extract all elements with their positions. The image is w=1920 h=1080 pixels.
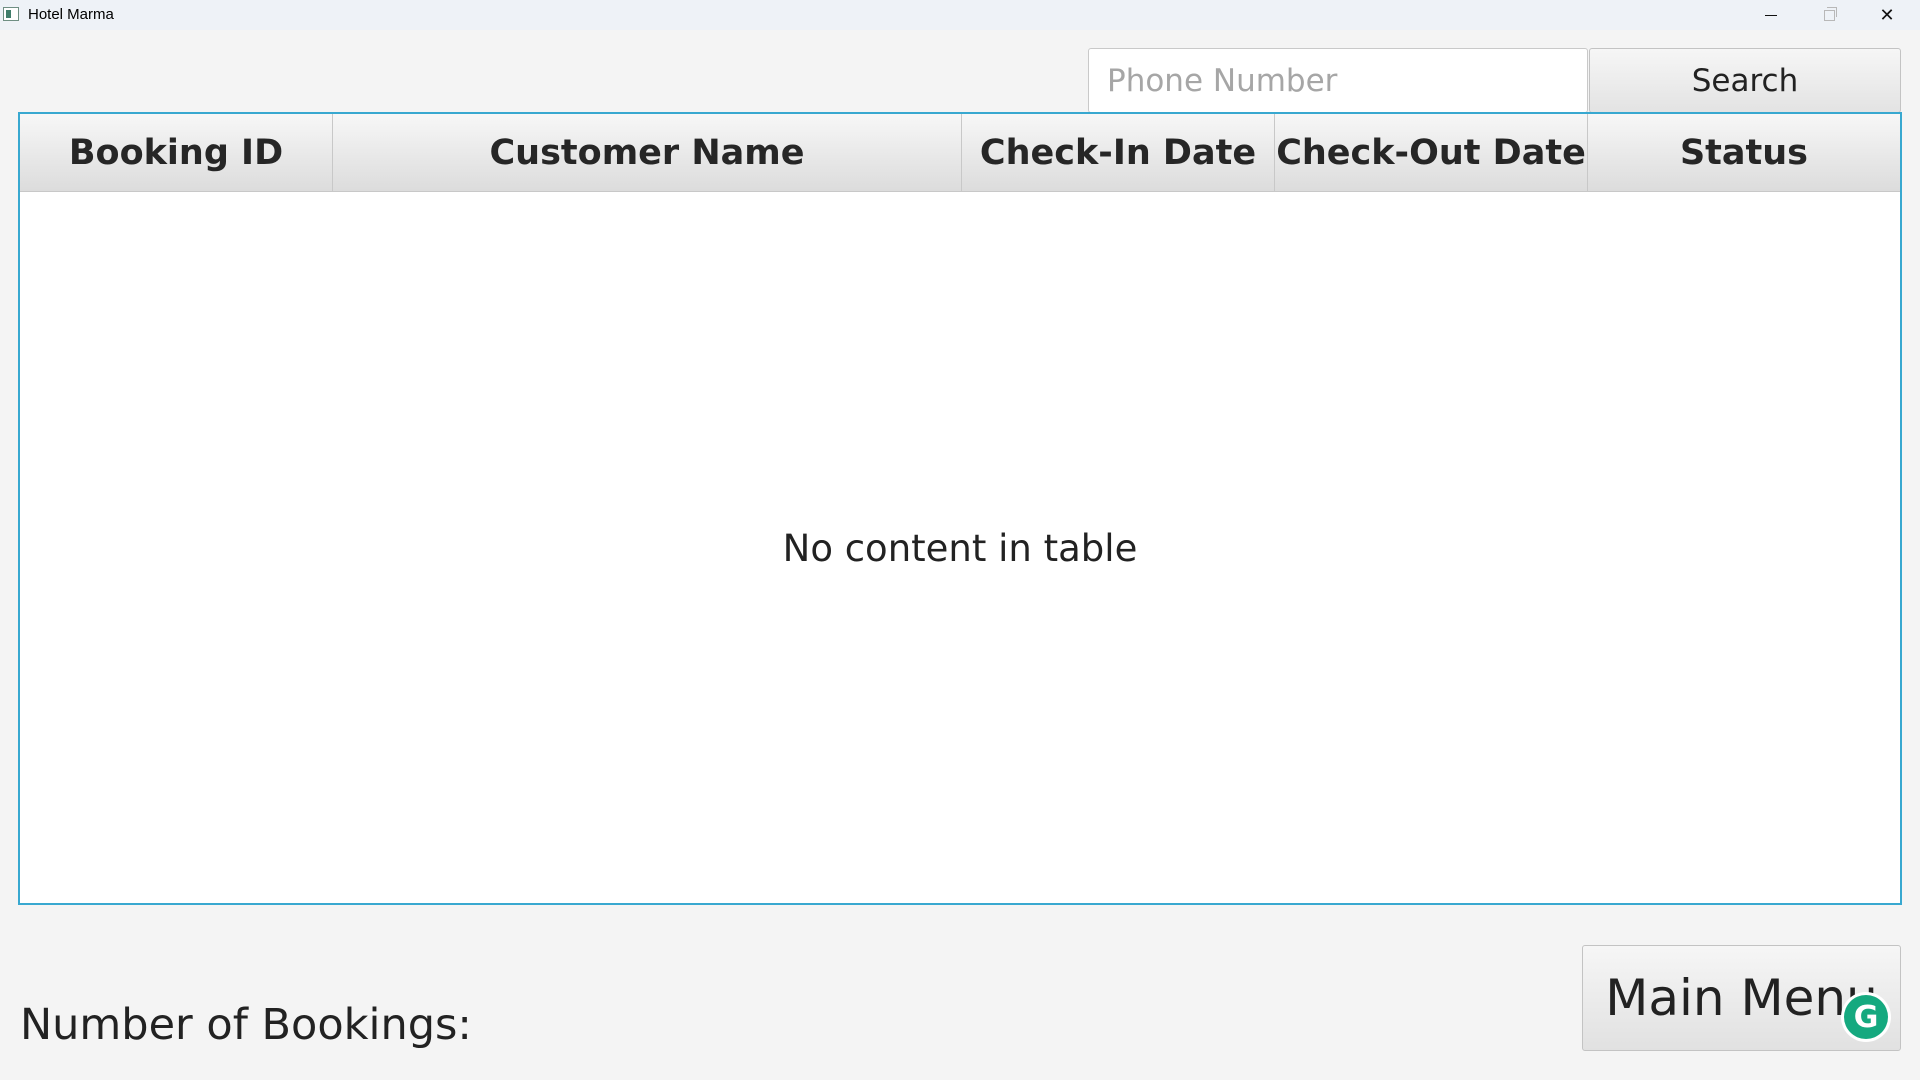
maximize-button[interactable] bbox=[1800, 0, 1858, 30]
app-icon bbox=[3, 7, 19, 21]
table-empty-placeholder: No content in table bbox=[782, 526, 1138, 570]
app-window: Hotel Marma ✕ Search Booking ID Customer… bbox=[0, 0, 1920, 1080]
column-header-check-out-date[interactable]: Check-Out Date bbox=[1275, 114, 1588, 191]
minimize-icon bbox=[1765, 14, 1777, 16]
grammarly-letter: G bbox=[1853, 999, 1879, 1035]
table-header: Booking ID Customer Name Check-In Date C… bbox=[20, 114, 1900, 192]
close-button[interactable]: ✕ bbox=[1858, 0, 1916, 30]
column-header-customer-name[interactable]: Customer Name bbox=[333, 114, 962, 191]
window-title: Hotel Marma bbox=[28, 6, 114, 23]
search-button[interactable]: Search bbox=[1589, 48, 1901, 113]
title-bar: Hotel Marma ✕ bbox=[0, 0, 1920, 30]
bookings-table[interactable]: Booking ID Customer Name Check-In Date C… bbox=[18, 112, 1902, 905]
close-icon: ✕ bbox=[1879, 4, 1895, 26]
main-menu-button-label: Main Menu bbox=[1605, 969, 1878, 1027]
maximize-icon bbox=[1823, 6, 1837, 21]
phone-number-search-input[interactable] bbox=[1088, 48, 1588, 113]
search-button-label: Search bbox=[1691, 62, 1799, 99]
number-of-bookings-label: Number of Bookings: bbox=[20, 1000, 472, 1050]
minimize-button[interactable] bbox=[1742, 0, 1800, 30]
column-header-check-in-date[interactable]: Check-In Date bbox=[962, 114, 1275, 191]
column-header-status[interactable]: Status bbox=[1588, 114, 1900, 191]
column-header-booking-id[interactable]: Booking ID bbox=[20, 114, 333, 191]
grammarly-icon[interactable]: G bbox=[1844, 995, 1888, 1039]
